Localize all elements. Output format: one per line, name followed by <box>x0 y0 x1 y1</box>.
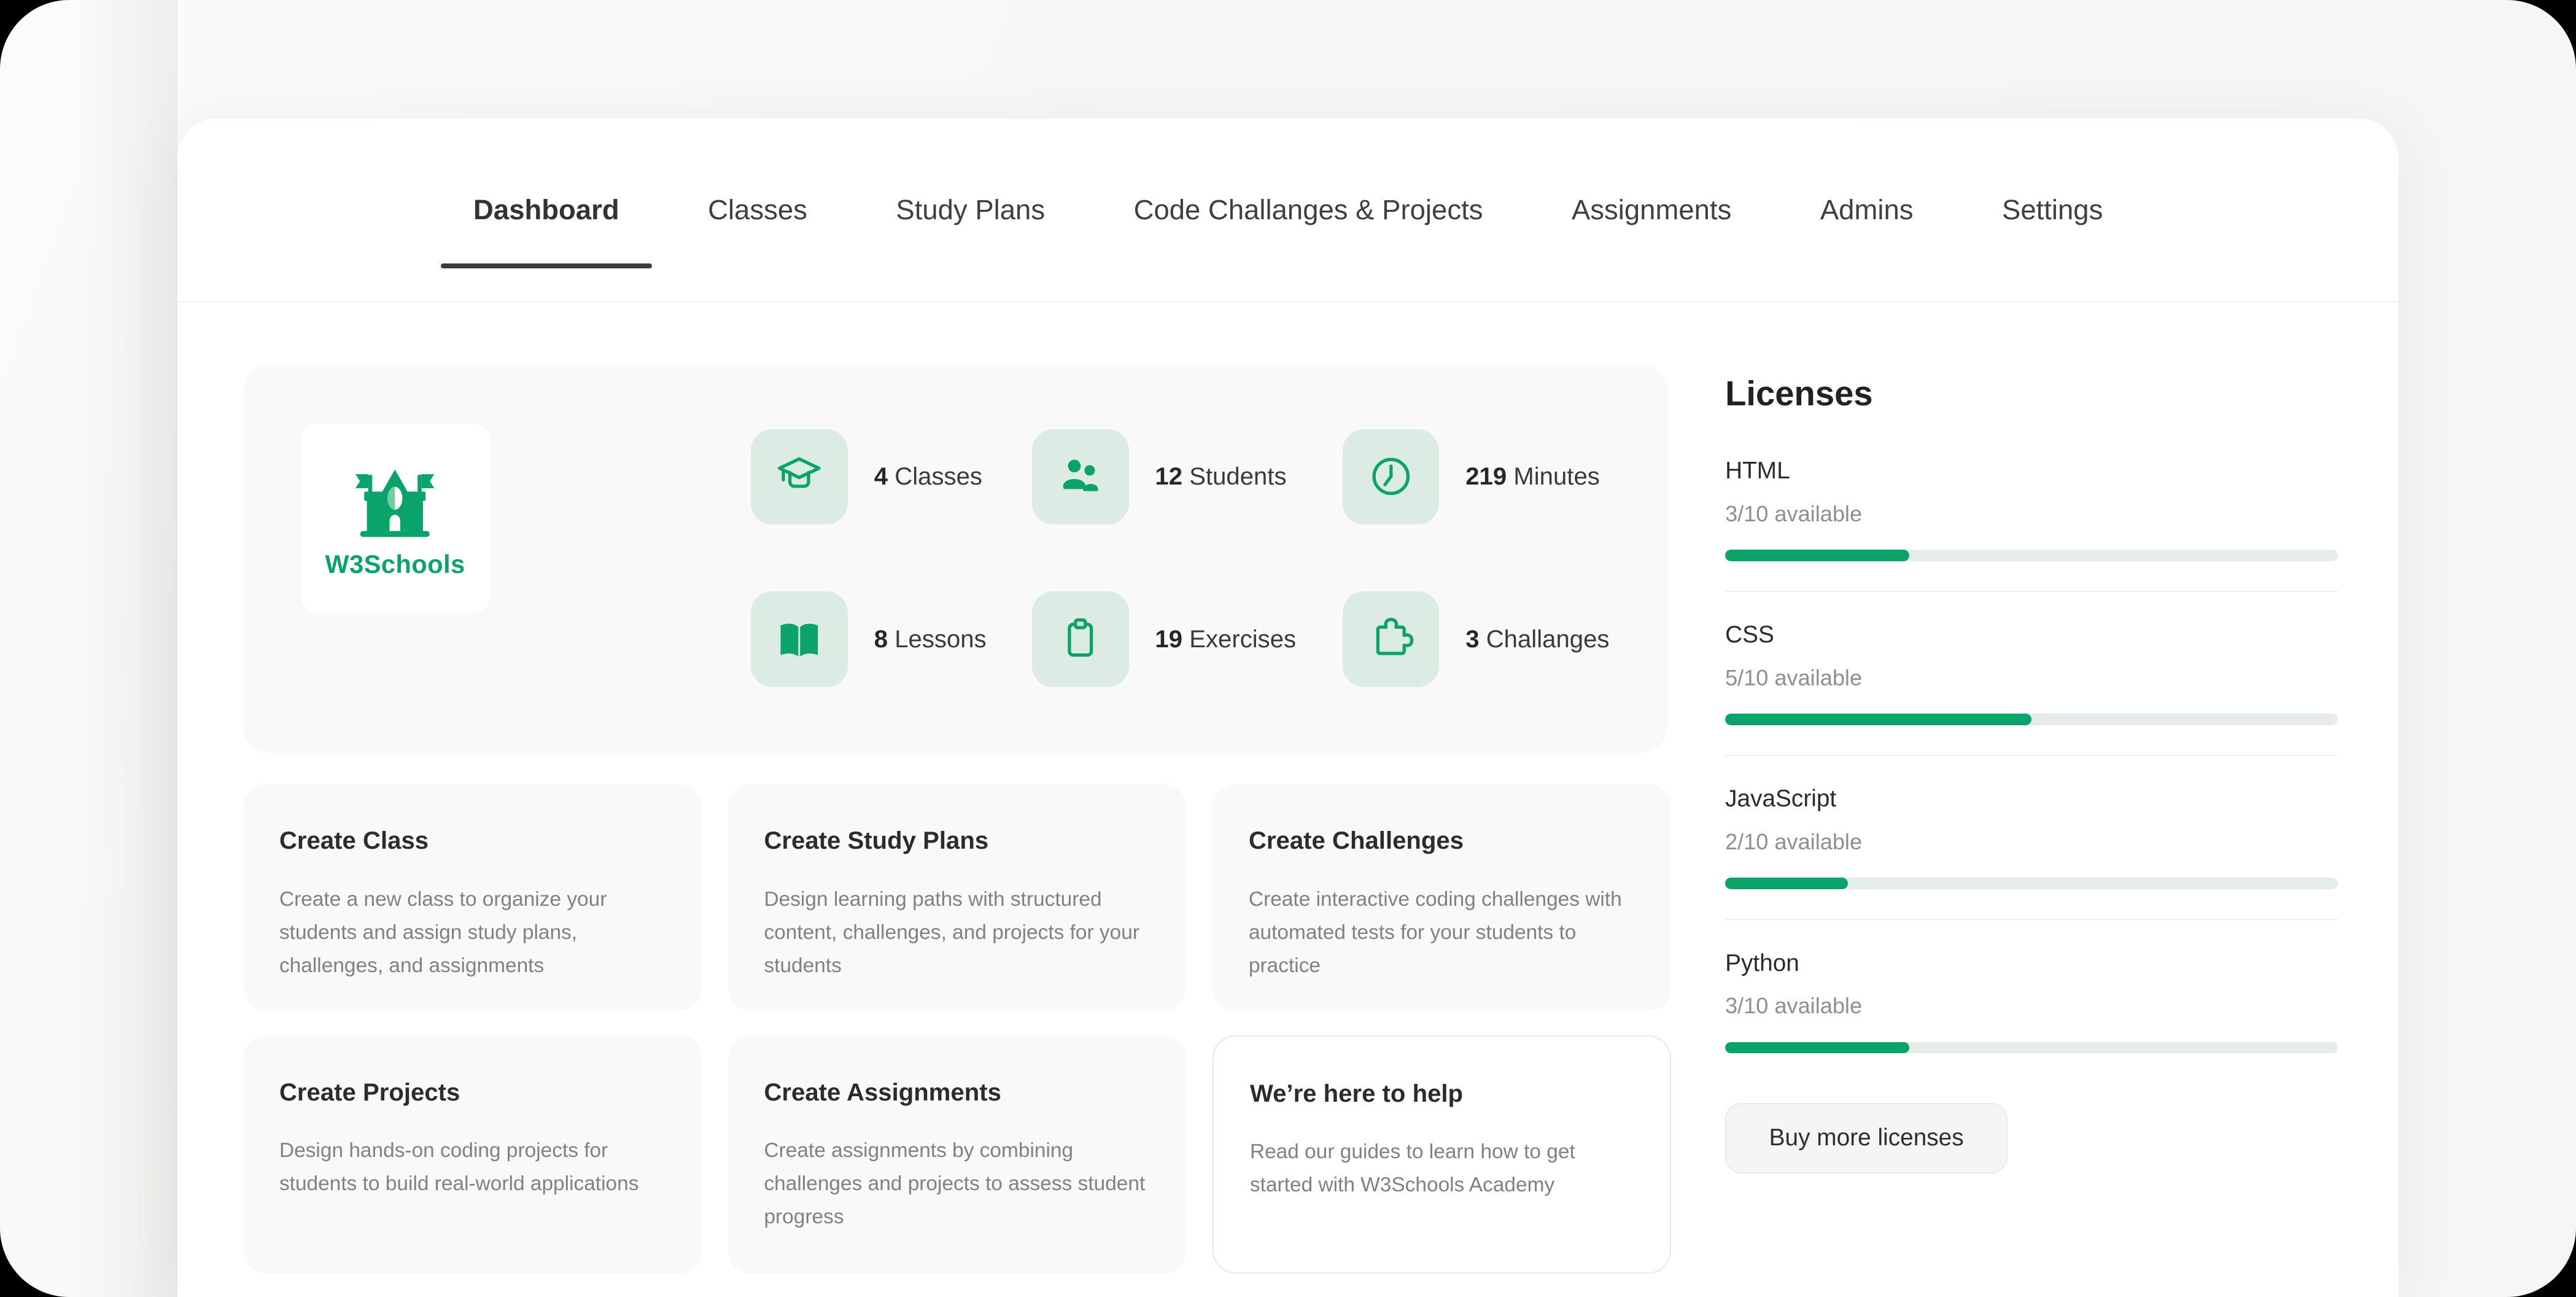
stat-label: 4 Classes <box>874 462 982 491</box>
create-assignments-card[interactable]: Create Assignments Create assignments by… <box>728 1035 1187 1274</box>
school-stats-card: W3Schools 4 Classes <box>243 365 1667 753</box>
tab-admins[interactable]: Admins <box>1787 119 1946 302</box>
license-name: JavaScript <box>1725 785 2338 812</box>
license-item-python: Python 3/10 available <box>1725 950 2338 1054</box>
license-item-html: HTML 3/10 available <box>1725 458 2338 561</box>
license-item-css: CSS 5/10 available <box>1725 621 2338 725</box>
main-container: Dashboard Classes Study Plans Code Chall… <box>177 119 2399 1297</box>
card-title: Create Assignments <box>764 1078 1150 1107</box>
school-building-icon <box>351 458 440 543</box>
stat-students: 12 Students <box>1032 429 1287 524</box>
divider <box>1725 755 2338 756</box>
license-availability: 3/10 available <box>1725 993 2338 1019</box>
card-title: We’re here to help <box>1250 1080 1634 1108</box>
license-progress-fill <box>1725 550 1909 561</box>
card-description: Create interactive coding challenges wit… <box>1249 883 1635 983</box>
main-nav: Dashboard Classes Study Plans Code Chall… <box>441 119 2136 302</box>
license-name: HTML <box>1725 458 2338 485</box>
license-progress-fill <box>1725 878 1848 889</box>
stat-exercises: 19 Exercises <box>1032 591 1296 687</box>
school-logo-card: W3Schools <box>301 424 490 613</box>
licenses-heading: Licenses <box>1725 373 2338 413</box>
card-title: Create Study Plans <box>764 827 1150 855</box>
card-title: Create Projects <box>279 1078 665 1107</box>
stat-label: 3 Challanges <box>1465 625 1609 653</box>
stat-lessons: 8 Lessons <box>751 591 987 687</box>
tab-settings[interactable]: Settings <box>1969 119 2135 302</box>
license-progress-fill <box>1725 714 2031 725</box>
create-challenges-card[interactable]: Create Challenges Create interactive cod… <box>1212 784 1671 1011</box>
help-card[interactable]: We’re here to help Read our guides to le… <box>1212 1035 1671 1274</box>
licenses-panel: Licenses HTML 3/10 available CSS 5/10 av… <box>1725 373 2338 1174</box>
card-title: Create Class <box>279 827 665 855</box>
license-name: CSS <box>1725 621 2338 648</box>
create-class-card[interactable]: Create Class Create a new class to organ… <box>243 784 702 1011</box>
stat-challanges: 3 Challanges <box>1343 591 1610 687</box>
clock-icon <box>1343 429 1440 524</box>
students-icon <box>1032 429 1129 524</box>
clipboard-icon <box>1032 591 1129 687</box>
create-projects-card[interactable]: Create Projects Design hands-on coding p… <box>243 1035 702 1274</box>
license-availability: 2/10 available <box>1725 829 2338 855</box>
divider <box>1725 919 2338 920</box>
tab-code-challanges-projects[interactable]: Code Challanges & Projects <box>1101 119 1516 302</box>
divider <box>1725 591 2338 592</box>
app-canvas: Dashboard Classes Study Plans Code Chall… <box>0 0 2576 1297</box>
license-item-javascript: JavaScript 2/10 available <box>1725 785 2338 889</box>
card-description: Design learning paths with structured co… <box>764 883 1150 983</box>
tab-assignments[interactable]: Assignments <box>1538 119 1764 302</box>
buy-more-licenses-button[interactable]: Buy more licenses <box>1725 1103 2008 1174</box>
license-progress-bar <box>1725 1042 2338 1054</box>
school-name: W3Schools <box>325 550 465 579</box>
book-icon <box>751 591 848 687</box>
license-progress-bar <box>1725 878 2338 889</box>
license-availability: 3/10 available <box>1725 501 2338 527</box>
puzzle-icon <box>1343 591 1440 687</box>
stat-label: 19 Exercises <box>1155 625 1296 653</box>
action-cards-grid: Create Class Create a new class to organ… <box>243 784 1671 1274</box>
graduation-cap-icon <box>751 429 848 524</box>
card-description: Design hands-on coding projects for stud… <box>279 1134 665 1201</box>
stat-classes: 4 Classes <box>751 429 982 524</box>
license-progress-bar <box>1725 550 2338 561</box>
tab-dashboard[interactable]: Dashboard <box>441 119 653 302</box>
stat-label: 8 Lessons <box>874 625 987 653</box>
stat-label: 219 Minutes <box>1465 462 1600 491</box>
card-description: Create assignments by combining challeng… <box>764 1134 1150 1234</box>
license-progress-fill <box>1725 1042 1909 1054</box>
license-progress-bar <box>1725 714 2338 725</box>
card-description: Read our guides to learn how to get star… <box>1250 1135 1634 1202</box>
tab-study-plans[interactable]: Study Plans <box>863 119 1078 302</box>
stat-minutes: 219 Minutes <box>1343 429 1600 524</box>
card-title: Create Challenges <box>1249 827 1635 855</box>
card-description: Create a new class to organize your stud… <box>279 883 665 983</box>
license-availability: 5/10 available <box>1725 665 2338 691</box>
top-navigation-bar: Dashboard Classes Study Plans Code Chall… <box>177 119 2399 303</box>
tab-classes[interactable]: Classes <box>675 119 840 302</box>
stat-label: 12 Students <box>1155 462 1286 491</box>
page-edge-shade <box>0 0 177 1297</box>
license-name: Python <box>1725 950 2338 977</box>
create-study-plans-card[interactable]: Create Study Plans Design learning paths… <box>728 784 1187 1011</box>
